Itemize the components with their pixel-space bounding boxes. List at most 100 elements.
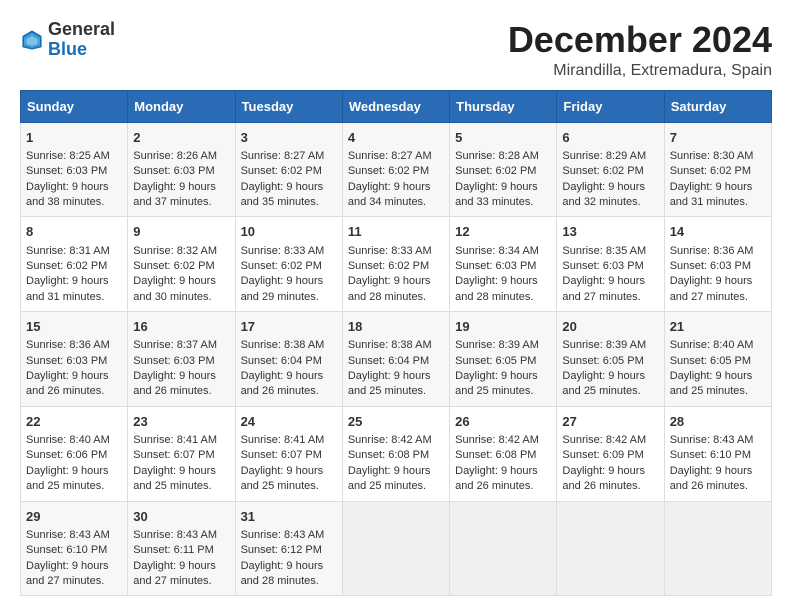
daylight-text: Daylight: 9 hours and 33 minutes. — [455, 181, 538, 208]
daylight-text: Daylight: 9 hours and 26 minutes. — [670, 465, 753, 492]
calendar-cell: 18 Sunrise: 8:38 AM Sunset: 6:04 PM Dayl… — [342, 312, 449, 407]
sunset-text: Sunset: 6:02 PM — [455, 165, 536, 177]
sunset-text: Sunset: 6:03 PM — [133, 165, 214, 177]
day-number: 14 — [670, 223, 766, 241]
daylight-text: Daylight: 9 hours and 26 minutes. — [133, 370, 216, 397]
daylight-text: Daylight: 9 hours and 27 minutes. — [562, 275, 645, 302]
day-number: 28 — [670, 413, 766, 431]
daylight-text: Daylight: 9 hours and 29 minutes. — [241, 275, 324, 302]
sunrise-text: Sunrise: 8:35 AM — [562, 245, 646, 257]
calendar-cell: 22 Sunrise: 8:40 AM Sunset: 6:06 PM Dayl… — [21, 406, 128, 501]
day-number: 15 — [26, 318, 122, 336]
daylight-text: Daylight: 9 hours and 25 minutes. — [26, 465, 109, 492]
day-number: 23 — [133, 413, 229, 431]
day-number: 29 — [26, 508, 122, 526]
calendar-cell: 19 Sunrise: 8:39 AM Sunset: 6:05 PM Dayl… — [450, 312, 557, 407]
day-number: 24 — [241, 413, 337, 431]
day-number: 8 — [26, 223, 122, 241]
sunrise-text: Sunrise: 8:37 AM — [133, 339, 217, 351]
daylight-text: Daylight: 9 hours and 25 minutes. — [241, 465, 324, 492]
sunrise-text: Sunrise: 8:30 AM — [670, 150, 754, 162]
calendar-cell: 8 Sunrise: 8:31 AM Sunset: 6:02 PM Dayli… — [21, 217, 128, 312]
sunset-text: Sunset: 6:05 PM — [670, 355, 751, 367]
daylight-text: Daylight: 9 hours and 27 minutes. — [670, 275, 753, 302]
sunrise-text: Sunrise: 8:42 AM — [455, 434, 539, 446]
sunrise-text: Sunrise: 8:39 AM — [455, 339, 539, 351]
calendar-cell: 7 Sunrise: 8:30 AM Sunset: 6:02 PM Dayli… — [664, 122, 771, 217]
day-number: 21 — [670, 318, 766, 336]
sunrise-text: Sunrise: 8:29 AM — [562, 150, 646, 162]
daylight-text: Daylight: 9 hours and 26 minutes. — [455, 465, 538, 492]
sunset-text: Sunset: 6:04 PM — [348, 355, 429, 367]
day-number: 27 — [562, 413, 658, 431]
calendar-cell: 28 Sunrise: 8:43 AM Sunset: 6:10 PM Dayl… — [664, 406, 771, 501]
logo: General Blue — [20, 20, 115, 60]
sunrise-text: Sunrise: 8:43 AM — [241, 529, 325, 541]
daylight-text: Daylight: 9 hours and 26 minutes. — [241, 370, 324, 397]
sunset-text: Sunset: 6:10 PM — [670, 449, 751, 461]
calendar-cell: 16 Sunrise: 8:37 AM Sunset: 6:03 PM Dayl… — [128, 312, 235, 407]
daylight-text: Daylight: 9 hours and 26 minutes. — [26, 370, 109, 397]
calendar-cell: 5 Sunrise: 8:28 AM Sunset: 6:02 PM Dayli… — [450, 122, 557, 217]
daylight-text: Daylight: 9 hours and 25 minutes. — [455, 370, 538, 397]
sunrise-text: Sunrise: 8:33 AM — [348, 245, 432, 257]
weekday-header-wednesday: Wednesday — [342, 90, 449, 122]
daylight-text: Daylight: 9 hours and 35 minutes. — [241, 181, 324, 208]
day-number: 30 — [133, 508, 229, 526]
daylight-text: Daylight: 9 hours and 32 minutes. — [562, 181, 645, 208]
day-number: 7 — [670, 129, 766, 147]
calendar-cell: 31 Sunrise: 8:43 AM Sunset: 6:12 PM Dayl… — [235, 501, 342, 596]
day-number: 6 — [562, 129, 658, 147]
day-number: 17 — [241, 318, 337, 336]
sunset-text: Sunset: 6:02 PM — [348, 260, 429, 272]
day-number: 10 — [241, 223, 337, 241]
calendar-table: SundayMondayTuesdayWednesdayThursdayFrid… — [20, 90, 772, 597]
weekday-header-tuesday: Tuesday — [235, 90, 342, 122]
daylight-text: Daylight: 9 hours and 37 minutes. — [133, 181, 216, 208]
sunrise-text: Sunrise: 8:27 AM — [348, 150, 432, 162]
daylight-text: Daylight: 9 hours and 28 minutes. — [455, 275, 538, 302]
day-number: 16 — [133, 318, 229, 336]
sunrise-text: Sunrise: 8:43 AM — [670, 434, 754, 446]
calendar-cell: 11 Sunrise: 8:33 AM Sunset: 6:02 PM Dayl… — [342, 217, 449, 312]
calendar-cell: 17 Sunrise: 8:38 AM Sunset: 6:04 PM Dayl… — [235, 312, 342, 407]
logo-icon — [20, 28, 44, 52]
sunrise-text: Sunrise: 8:40 AM — [26, 434, 110, 446]
daylight-text: Daylight: 9 hours and 27 minutes. — [133, 560, 216, 587]
daylight-text: Daylight: 9 hours and 38 minutes. — [26, 181, 109, 208]
sunset-text: Sunset: 6:02 PM — [133, 260, 214, 272]
weekday-header-friday: Friday — [557, 90, 664, 122]
sunset-text: Sunset: 6:12 PM — [241, 544, 322, 556]
sunrise-text: Sunrise: 8:36 AM — [670, 245, 754, 257]
logo-text: General Blue — [48, 20, 115, 60]
day-number: 4 — [348, 129, 444, 147]
daylight-text: Daylight: 9 hours and 25 minutes. — [133, 465, 216, 492]
sunrise-text: Sunrise: 8:26 AM — [133, 150, 217, 162]
day-number: 5 — [455, 129, 551, 147]
daylight-text: Daylight: 9 hours and 25 minutes. — [562, 370, 645, 397]
sunset-text: Sunset: 6:02 PM — [562, 165, 643, 177]
calendar-cell: 29 Sunrise: 8:43 AM Sunset: 6:10 PM Dayl… — [21, 501, 128, 596]
day-number: 13 — [562, 223, 658, 241]
sunrise-text: Sunrise: 8:39 AM — [562, 339, 646, 351]
sunrise-text: Sunrise: 8:34 AM — [455, 245, 539, 257]
sunrise-text: Sunrise: 8:31 AM — [26, 245, 110, 257]
daylight-text: Daylight: 9 hours and 31 minutes. — [26, 275, 109, 302]
sunrise-text: Sunrise: 8:42 AM — [562, 434, 646, 446]
sunset-text: Sunset: 6:08 PM — [348, 449, 429, 461]
sunset-text: Sunset: 6:05 PM — [455, 355, 536, 367]
location-title: Mirandilla, Extremadura, Spain — [508, 62, 772, 80]
sunrise-text: Sunrise: 8:38 AM — [241, 339, 325, 351]
calendar-cell: 2 Sunrise: 8:26 AM Sunset: 6:03 PM Dayli… — [128, 122, 235, 217]
daylight-text: Daylight: 9 hours and 25 minutes. — [348, 370, 431, 397]
sunrise-text: Sunrise: 8:42 AM — [348, 434, 432, 446]
calendar-cell: 27 Sunrise: 8:42 AM Sunset: 6:09 PM Dayl… — [557, 406, 664, 501]
sunset-text: Sunset: 6:02 PM — [241, 165, 322, 177]
sunrise-text: Sunrise: 8:32 AM — [133, 245, 217, 257]
sunset-text: Sunset: 6:03 PM — [26, 355, 107, 367]
daylight-text: Daylight: 9 hours and 28 minutes. — [241, 560, 324, 587]
calendar-week-row: 22 Sunrise: 8:40 AM Sunset: 6:06 PM Dayl… — [21, 406, 772, 501]
calendar-cell: 23 Sunrise: 8:41 AM Sunset: 6:07 PM Dayl… — [128, 406, 235, 501]
calendar-cell: 4 Sunrise: 8:27 AM Sunset: 6:02 PM Dayli… — [342, 122, 449, 217]
calendar-week-row: 8 Sunrise: 8:31 AM Sunset: 6:02 PM Dayli… — [21, 217, 772, 312]
